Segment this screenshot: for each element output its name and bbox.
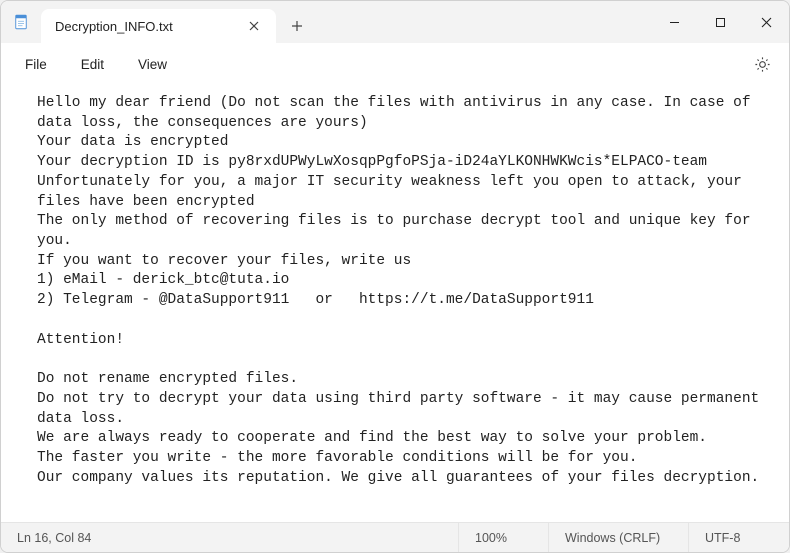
status-position[interactable]: Ln 16, Col 84 <box>1 523 459 552</box>
status-line-ending[interactable]: Windows (CRLF) <box>549 523 689 552</box>
close-button[interactable] <box>743 1 789 43</box>
notepad-icon <box>12 13 30 31</box>
maximize-icon <box>715 17 726 28</box>
notepad-window: Decryption_INFO.txt File Edit View <box>0 0 790 553</box>
minimize-icon <box>669 17 680 28</box>
close-icon <box>761 17 772 28</box>
status-charset[interactable]: UTF-8 <box>689 523 789 552</box>
plus-icon <box>291 20 303 32</box>
close-icon <box>249 21 259 31</box>
settings-button[interactable] <box>745 49 779 79</box>
window-controls <box>651 1 789 43</box>
menu-file[interactable]: File <box>11 52 61 77</box>
menubar: File Edit View <box>1 43 789 86</box>
gear-icon <box>754 56 771 73</box>
titlebar: Decryption_INFO.txt <box>1 1 789 43</box>
statusbar: Ln 16, Col 84 100% Windows (CRLF) UTF-8 <box>1 522 789 552</box>
text-editor[interactable]: Hello my dear friend (Do not scan the fi… <box>1 86 789 522</box>
tab-active[interactable]: Decryption_INFO.txt <box>41 9 276 43</box>
tab-strip: Decryption_INFO.txt <box>41 1 651 43</box>
app-icon <box>1 1 41 43</box>
tab-close-button[interactable] <box>242 14 266 38</box>
menu-view[interactable]: View <box>124 52 181 77</box>
minimize-button[interactable] <box>651 1 697 43</box>
menu-edit[interactable]: Edit <box>67 52 118 77</box>
status-zoom[interactable]: 100% <box>459 523 549 552</box>
maximize-button[interactable] <box>697 1 743 43</box>
tab-title: Decryption_INFO.txt <box>55 19 232 34</box>
new-tab-button[interactable] <box>280 9 314 43</box>
